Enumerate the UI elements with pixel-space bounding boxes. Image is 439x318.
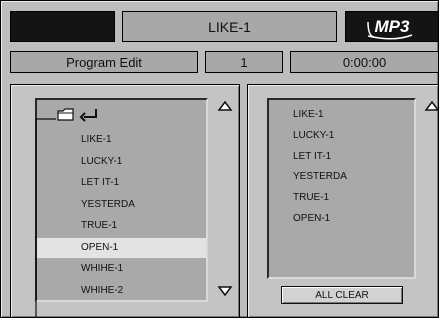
- time-value: 0:00:00: [342, 54, 387, 70]
- scroll-up-icon[interactable]: [217, 100, 233, 112]
- all-clear-button[interactable]: ALL CLEAR: [281, 286, 403, 304]
- program-scroll-up-icon[interactable]: [424, 100, 439, 112]
- mode-display: Program Edit: [10, 51, 198, 73]
- program-list-item[interactable]: TRUE-1: [269, 188, 414, 208]
- return-arrow-icon: [79, 109, 97, 122]
- mode-label: Program Edit: [66, 54, 142, 70]
- all-clear-label: ALL CLEAR: [315, 289, 369, 301]
- track-title: LIKE-1: [208, 18, 251, 35]
- track-number-display: 1: [205, 51, 283, 73]
- program-list-item[interactable]: LUCKY-1: [269, 126, 414, 146]
- format-badge: MP3: [345, 11, 439, 42]
- program-list-item[interactable]: YESTERDA: [269, 167, 414, 187]
- track-title-display: LIKE-1: [122, 11, 337, 42]
- program-list-item[interactable]: LET IT-1: [269, 147, 414, 167]
- display-left-block: [10, 11, 115, 42]
- track-number: 1: [240, 54, 248, 70]
- program-list[interactable]: LIKE-1 LUCKY-1 LET IT-1 YESTERDA TRUE-1 OPEN-…: [267, 98, 416, 279]
- program-list-item[interactable]: OPEN-1: [269, 209, 414, 229]
- mp3-underline-swoosh: [367, 21, 413, 40]
- program-list-item[interactable]: LIKE-1: [269, 105, 414, 125]
- program-items: LIKE-1 LUCKY-1 LET IT-1 YESTERDA TRUE-1 OPEN-…: [269, 105, 414, 275]
- scroll-down-icon[interactable]: [217, 285, 233, 297]
- time-display: 0:00:00: [290, 51, 439, 73]
- callout-leader-line: [35, 118, 56, 318]
